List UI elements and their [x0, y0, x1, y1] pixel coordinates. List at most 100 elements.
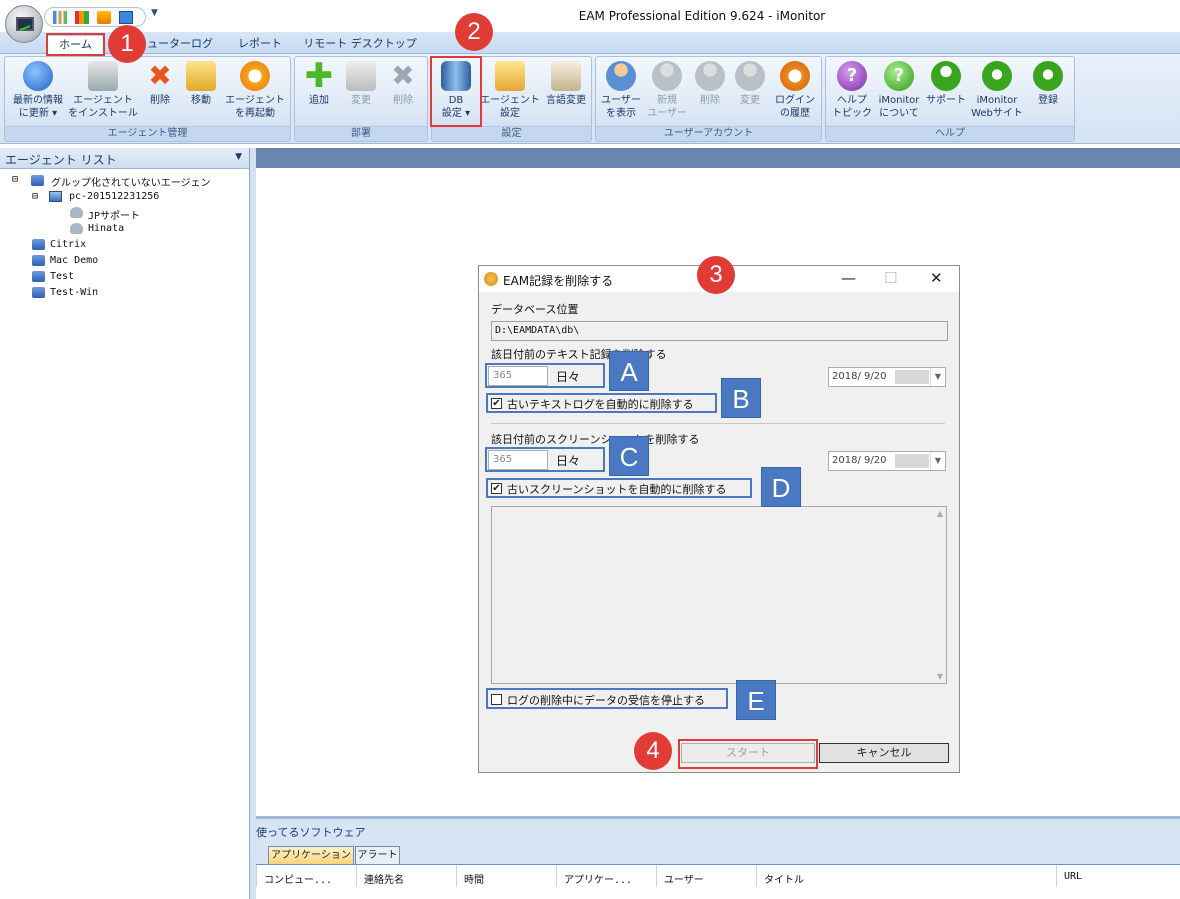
btn-label: 設定: [500, 108, 520, 119]
edit-user-button[interactable]: 変更: [730, 61, 770, 107]
tab-remote-desktop[interactable]: リモート デスクトップ: [300, 35, 420, 54]
group-department: ✚ 追加 変更 ✖ 削除 部署: [294, 56, 428, 142]
text-date-picker[interactable]: 2018/ 9/20 ▼: [828, 367, 946, 387]
delete-agent-button[interactable]: ✖ 削除: [140, 61, 180, 107]
user-icon: [70, 207, 83, 218]
col-header[interactable]: タイトル: [764, 871, 804, 886]
btn-label: サポート: [926, 95, 966, 106]
language-icon: [551, 61, 581, 91]
btn-label: iMonitor: [976, 95, 1018, 106]
btn-label: 登録: [1038, 95, 1058, 106]
add-dept-button[interactable]: ✚ 追加: [299, 56, 339, 107]
help-topics-button[interactable]: ? ヘルプ トピック: [829, 61, 875, 120]
btn-label: ヘルプ: [837, 95, 867, 106]
software-panel-title: 使ってるソフトウェア: [256, 826, 366, 839]
chevron-down-icon[interactable]: ▼: [930, 368, 945, 386]
about-button[interactable]: ? iMonitor について: [875, 61, 923, 120]
step2-highlight: [430, 56, 482, 127]
tab-report[interactable]: レポート: [232, 35, 288, 54]
col-header[interactable]: ユーザー: [664, 871, 704, 886]
group-agent-management: 最新の情報 に更新 ▾ エージェント をインストール ✖ 削除 移動 エージェント を再…: [4, 56, 291, 142]
minimize-icon[interactable]: —: [841, 269, 856, 287]
app-menu-button[interactable]: [5, 5, 43, 43]
collapse-icon[interactable]: ⊟: [12, 174, 18, 185]
cart-icon: [1033, 61, 1063, 91]
btn-label: ユーザー: [601, 95, 641, 106]
col-header[interactable]: 連絡先名: [364, 871, 404, 886]
website-button[interactable]: iMonitor Webサイト: [969, 61, 1025, 120]
step-marker-1: 1: [108, 25, 146, 63]
tab-alerts[interactable]: アラート: [355, 846, 400, 864]
ribbon-tab-bar: ホーム ューターログ レポート リモート デスクトップ: [0, 32, 1180, 54]
content-header-strip: [256, 148, 1180, 168]
step4-highlight: [678, 739, 818, 769]
refresh-button[interactable]: 最新の情報 に更新 ▾: [8, 61, 68, 120]
scroll-up-icon[interactable]: ▲: [937, 509, 943, 518]
new-user-button[interactable]: 新規 ユーザー: [644, 61, 690, 120]
btn-label: 削除: [700, 95, 720, 106]
date-value: 2018/ 9/20: [832, 371, 887, 382]
delete-dept-button[interactable]: ✖ 削除: [383, 61, 423, 107]
edit-dept-button[interactable]: 変更: [341, 61, 381, 107]
screenshot-date-picker[interactable]: 2018/ 9/20 ▼: [828, 451, 946, 471]
cancel-button[interactable]: キャンセル: [819, 743, 949, 763]
close-icon[interactable]: ✕: [930, 269, 943, 287]
log-output-area[interactable]: ▲ ▼: [491, 506, 947, 684]
marker-b: B: [721, 378, 761, 418]
col-sep: [356, 865, 357, 887]
login-history-button[interactable]: ログイン の履歴: [770, 61, 820, 120]
btn-label: ユーザー: [647, 108, 687, 119]
col-sep: [556, 865, 557, 887]
delete-x-icon: ✖: [148, 59, 172, 92]
db-path-field: D:\EAMDATA\db\: [491, 321, 948, 341]
btn-label: に更新 ▾: [18, 108, 58, 119]
scroll-down-icon[interactable]: ▼: [937, 672, 943, 681]
delete-x-icon: ✖: [391, 59, 415, 92]
language-button[interactable]: 言語変更: [542, 61, 590, 107]
agent-settings-button[interactable]: エージェント 設定: [478, 61, 542, 120]
support-person-icon: [931, 61, 961, 91]
divider: [491, 423, 945, 424]
delete-user-icon: [695, 61, 725, 91]
btn-label: ログイン: [775, 95, 815, 106]
ribbon: 最新の情報 に更新 ▾ エージェント をインストール ✖ 削除 移動 エージェント を再…: [0, 54, 1180, 144]
col-header[interactable]: アプリケー...: [564, 871, 632, 886]
network-icon: [32, 255, 45, 266]
help-question-icon: ?: [837, 61, 867, 91]
col-header[interactable]: コンピュー...: [264, 871, 332, 886]
col-header[interactable]: URL: [1064, 871, 1082, 882]
btn-label: の履歴: [780, 108, 810, 119]
btn-label: 削除: [393, 95, 413, 106]
group-caption: ヘルプ: [826, 126, 1074, 141]
maximize-icon[interactable]: ☐: [884, 269, 897, 287]
network-icon: [32, 271, 45, 282]
agent-list-panel: エージェント リスト ▼ ⊟ グルップ化されていないエージェン ⊟ pc-20151…: [0, 148, 250, 899]
support-button[interactable]: サポート: [923, 61, 969, 107]
tab-computer-log[interactable]: ューターログ: [140, 35, 220, 54]
register-button[interactable]: 登録: [1028, 61, 1068, 107]
install-agent-button[interactable]: エージェント をインストール: [67, 61, 139, 120]
view-users-button[interactable]: ユーザー を表示: [598, 61, 644, 120]
tree-label: Hinata: [88, 223, 125, 234]
group-caption: 設定: [432, 126, 591, 141]
btn-label: について: [879, 108, 919, 119]
panel-dropdown-icon[interactable]: ▼: [235, 152, 242, 162]
col-header[interactable]: 時間: [464, 871, 484, 886]
btn-label: を再起動: [235, 108, 275, 119]
delete-user-button[interactable]: 削除: [690, 61, 730, 107]
group-caption: エージェント管理: [5, 126, 290, 141]
collapse-icon[interactable]: ⊟: [32, 191, 38, 202]
col-sep: [756, 865, 757, 887]
refresh-icon: [23, 61, 53, 91]
btn-label: 移動: [191, 95, 211, 106]
restart-agent-button[interactable]: エージェント を再起動: [222, 61, 288, 120]
move-agent-button[interactable]: 移動: [181, 61, 221, 107]
tab-applications[interactable]: アプリケーション: [268, 846, 354, 864]
highlight-c: [485, 447, 605, 472]
marker-a: A: [609, 351, 649, 391]
date-blur: [895, 454, 929, 468]
btn-label: 削除: [150, 95, 170, 106]
chevron-down-icon[interactable]: ▼: [930, 452, 945, 470]
plus-icon: ✚: [304, 56, 334, 96]
highlight-b: [486, 393, 717, 413]
